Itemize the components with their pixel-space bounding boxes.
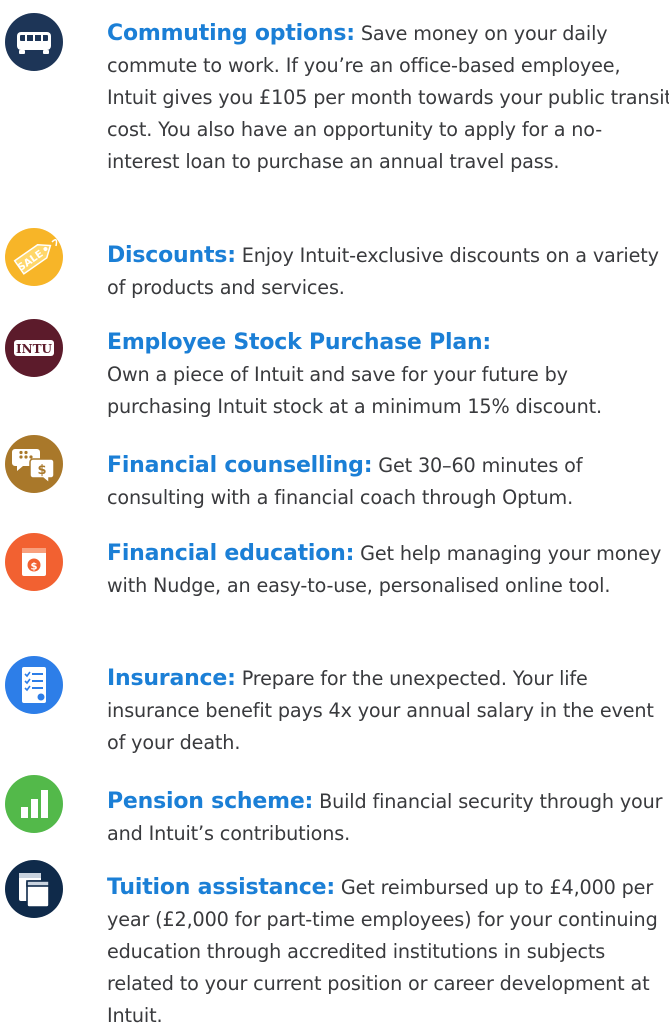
benefit-title: Commuting options: <box>107 21 355 46</box>
benefit-title: Tuition assistance: <box>107 875 335 900</box>
benefit-title: Financial education: <box>107 541 355 566</box>
stock-ticker-icon: INTU <box>5 319 63 377</box>
benefit-title: Financial counselling: <box>107 453 373 478</box>
benefit-title: Employee Stock Purchase Plan: <box>107 330 492 355</box>
bus-icon <box>5 13 63 71</box>
benefit-title: Pension scheme: <box>107 789 314 814</box>
chat-bubbles-dollar-icon: $ <box>5 435 63 493</box>
books-icon <box>5 860 63 918</box>
bar-chart-icon <box>5 775 63 833</box>
benefit-description: Own a piece of Intuit and save for your … <box>107 363 602 418</box>
svg-text:$: $ <box>31 562 38 573</box>
money-book-icon: $ <box>5 533 63 591</box>
benefit-title: Insurance: <box>107 666 236 691</box>
sale-tag-icon: SALE <box>5 228 63 286</box>
svg-text:$: $ <box>37 463 46 478</box>
stock-ticker-label: INTU <box>16 342 53 356</box>
checklist-document-icon <box>5 656 63 714</box>
benefit-title: Discounts: <box>107 243 236 268</box>
